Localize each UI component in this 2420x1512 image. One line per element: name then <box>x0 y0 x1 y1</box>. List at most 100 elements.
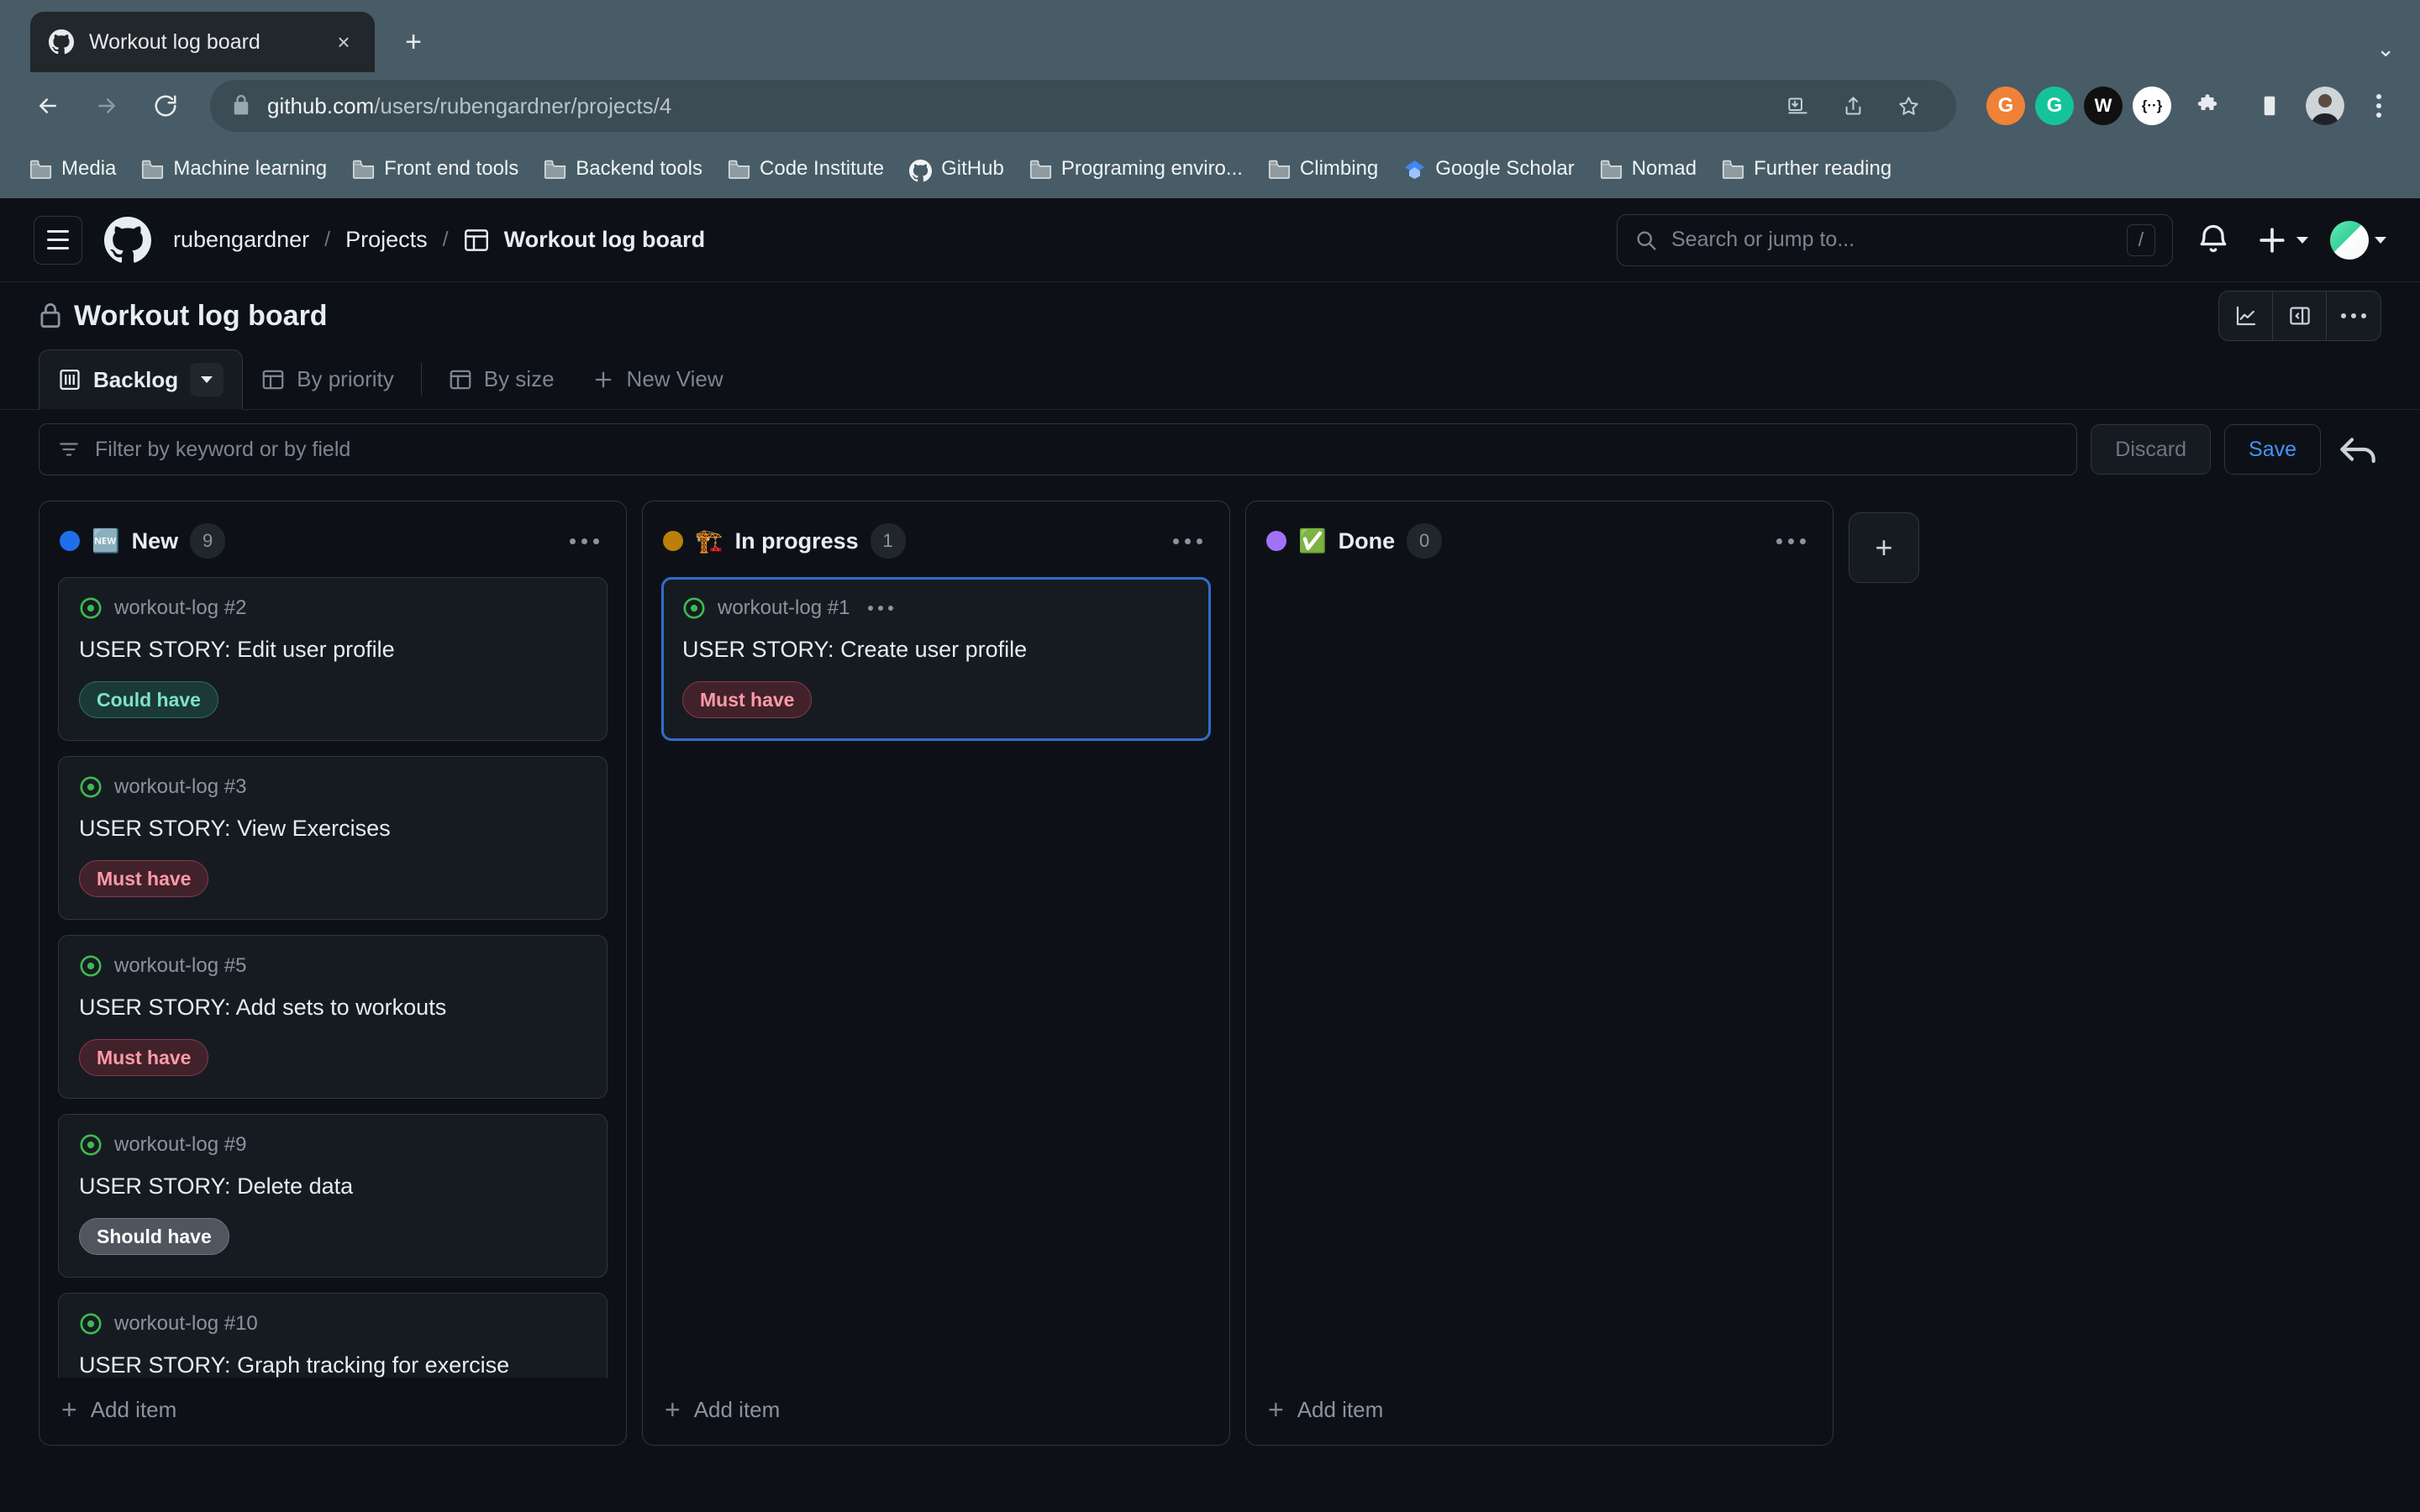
bookmark-item[interactable]: Google Scholar <box>1392 150 1585 187</box>
column-name: New <box>132 528 179 554</box>
forward-button[interactable] <box>81 80 133 132</box>
bookmark-item[interactable]: Further reading <box>1711 150 1902 187</box>
add-item-label: Add item <box>91 1397 177 1423</box>
column-more-options-icon[interactable] <box>1770 532 1812 551</box>
column-header: ✅ Done 0 <box>1246 501 1833 577</box>
browser-tab[interactable]: Workout log board × <box>30 12 375 72</box>
filter-input[interactable]: Filter by keyword or by field <box>39 423 2077 475</box>
column-emoji-icon: 🏗️ <box>695 530 723 553</box>
tab-by-size[interactable]: By size <box>430 349 573 409</box>
folder-icon <box>1722 160 1744 179</box>
breadcrumb-owner[interactable]: rubengardner <box>173 227 309 253</box>
page-title: Workout log board <box>74 300 328 333</box>
user-account-menu[interactable] <box>2330 221 2386 260</box>
bookmark-item[interactable]: Media <box>18 150 127 187</box>
new-view-button[interactable]: New View <box>573 349 742 409</box>
lock-icon <box>232 95 250 117</box>
bookmark-item[interactable]: Nomad <box>1589 150 1707 187</box>
divider <box>421 363 422 396</box>
view-options-caret-icon[interactable] <box>190 363 224 396</box>
extensions-puzzle-icon[interactable] <box>2181 80 2233 132</box>
chevron-down-icon[interactable]: ⌄ <box>2376 36 2395 62</box>
browser-menu-button[interactable] <box>2360 94 2398 118</box>
bookmark-item[interactable]: Front end tools <box>341 150 529 187</box>
bookmark-star-icon[interactable] <box>1882 80 1934 132</box>
bookmark-item[interactable]: Programing enviro... <box>1018 150 1254 187</box>
insights-icon[interactable] <box>2219 291 2273 340</box>
bookmark-item[interactable]: Machine learning <box>130 150 338 187</box>
install-app-icon[interactable] <box>1771 80 1823 132</box>
sidebar-toggle-icon[interactable] <box>2244 80 2296 132</box>
card-reference: workout-log #5 <box>114 954 246 978</box>
discard-button[interactable]: Discard <box>2091 424 2211 475</box>
project-actions <box>2218 291 2381 341</box>
card-title: USER STORY: Add sets to workouts <box>79 993 587 1022</box>
undo-arrow-icon[interactable] <box>2334 426 2381 473</box>
folder-icon <box>29 160 52 179</box>
grammarly-icon[interactable]: G <box>2035 87 2074 125</box>
card-title: USER STORY: Delete data <box>79 1172 587 1201</box>
search-input[interactable]: Search or jump to... / <box>1617 214 2173 266</box>
browser-chrome: Workout log board × + ⌄ github.com/users… <box>0 0 2420 198</box>
grammarly-g-icon[interactable]: G <box>1986 87 2025 125</box>
tab-backlog[interactable]: Backlog <box>39 349 243 410</box>
url-text: github.com/users/rubengardner/projects/4 <box>267 93 671 119</box>
board-card[interactable]: workout-log #9 USER STORY: Delete data S… <box>58 1114 608 1278</box>
card-more-options-icon[interactable] <box>868 606 893 611</box>
board-card[interactable]: workout-log #5 USER STORY: Add sets to w… <box>58 935 608 1099</box>
column-cards <box>1246 577 1833 1378</box>
new-view-label: New View <box>627 366 723 392</box>
breadcrumb: rubengardner / Projects / Workout log bo… <box>173 227 705 253</box>
folder-icon <box>1268 160 1291 179</box>
table-view-icon <box>261 368 285 391</box>
add-item-button[interactable]: + Add item <box>643 1378 1229 1445</box>
reload-button[interactable] <box>139 80 192 132</box>
column-more-options-icon[interactable] <box>563 532 606 551</box>
back-button[interactable] <box>22 80 74 132</box>
folder-icon <box>728 160 750 179</box>
card-title: USER STORY: Create user profile <box>682 635 1190 664</box>
board-card[interactable]: workout-log #1 USER STORY: Create user p… <box>661 577 1211 741</box>
browser-tabstrip: Workout log board × + ⌄ <box>0 0 2420 72</box>
new-tab-button[interactable]: + <box>390 18 437 66</box>
tab-by-priority[interactable]: By priority <box>243 349 413 409</box>
add-item-button[interactable]: + Add item <box>39 1378 626 1445</box>
close-icon[interactable]: × <box>331 31 356 53</box>
board-card[interactable]: workout-log #10 USER STORY: Graph tracki… <box>58 1293 608 1378</box>
avatar[interactable] <box>2306 87 2344 125</box>
add-column-button[interactable]: + <box>1849 512 1919 583</box>
side-panel-icon[interactable] <box>2273 291 2327 340</box>
column-count-badge: 0 <box>1407 523 1442 559</box>
board-card[interactable]: workout-log #3 USER STORY: View Exercise… <box>58 756 608 920</box>
more-options-icon[interactable] <box>2327 291 2381 340</box>
column-header: 🆕 New 9 <box>39 501 626 577</box>
address-bar[interactable]: github.com/users/rubengardner/projects/4 <box>210 80 1956 132</box>
chevron-down-icon <box>2296 237 2308 244</box>
bookmark-item[interactable]: Climbing <box>1257 150 1389 187</box>
column-count-badge: 1 <box>871 523 906 559</box>
plus-icon <box>592 368 615 391</box>
wallet-icon[interactable]: W <box>2084 87 2123 125</box>
breadcrumb-current[interactable]: Workout log board <box>504 227 705 253</box>
column-name: Done <box>1339 528 1396 554</box>
plus-icon <box>2254 222 2291 259</box>
board-card[interactable]: workout-log #2 USER STORY: Edit user pro… <box>58 577 608 741</box>
github-logo-icon[interactable] <box>104 217 151 264</box>
chevron-down-icon <box>2375 237 2386 244</box>
notifications-bell-icon[interactable] <box>2195 222 2232 259</box>
add-item-button[interactable]: + Add item <box>1246 1378 1833 1445</box>
bookmark-item[interactable]: Backend tools <box>533 150 713 187</box>
column-more-options-icon[interactable] <box>1166 532 1209 551</box>
bookmark-label: Front end tools <box>384 157 518 181</box>
json-viewer-icon[interactable]: {··} <box>2133 87 2171 125</box>
share-icon[interactable] <box>1827 80 1879 132</box>
url-path: /users/rubengardner/projects/4 <box>374 93 671 118</box>
bookmark-item[interactable]: Code Institute <box>717 150 895 187</box>
breadcrumb-projects[interactable]: Projects <box>345 227 428 253</box>
bookmark-label: Machine learning <box>173 157 327 181</box>
card-title: USER STORY: Graph tracking for exercise <box>79 1351 587 1378</box>
global-nav-menu-button[interactable] <box>34 216 82 265</box>
bookmark-item[interactable]: GitHub <box>898 150 1015 187</box>
save-button[interactable]: Save <box>2224 424 2321 475</box>
create-new-menu[interactable] <box>2254 222 2308 259</box>
